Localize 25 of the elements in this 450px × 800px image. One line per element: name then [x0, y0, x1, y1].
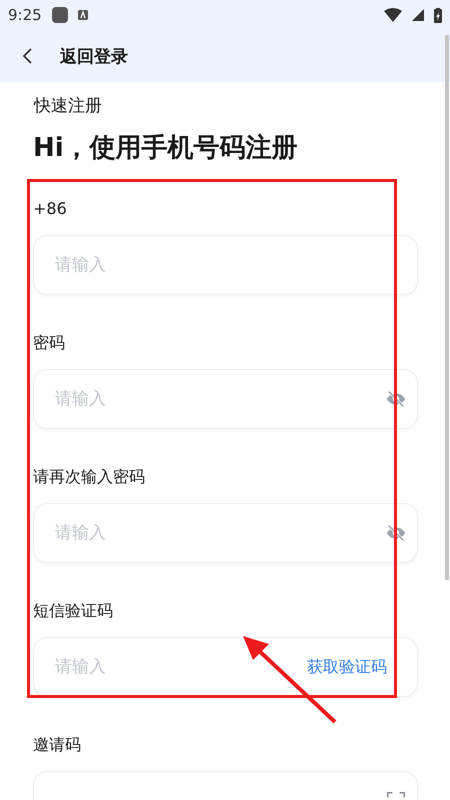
signal-icon: [412, 9, 424, 21]
field-label: 请再次输入密码: [33, 466, 146, 488]
app-notification-icon: [52, 7, 68, 23]
get-code-link[interactable]: 获取验证码: [307, 656, 387, 678]
text-input[interactable]: 请输入: [53, 388, 379, 410]
field-label: 短信验证码: [33, 600, 114, 622]
status-time: 9:25: [8, 6, 42, 24]
keyboard-notification-icon: [78, 10, 88, 20]
text-input[interactable]: 请输入: [53, 254, 407, 276]
scrollbar[interactable]: [445, 35, 449, 580]
battery-icon: [434, 8, 442, 22]
eye-slash-icon[interactable]: [385, 522, 407, 544]
field-label: 邀请码: [33, 734, 82, 756]
field-label: +86: [33, 198, 68, 220]
page-subtitle: 快速注册: [34, 95, 103, 118]
page-heading: Hi，使用手机号码注册: [33, 132, 299, 165]
wifi-icon: [384, 8, 402, 22]
field-label: 密码: [33, 332, 66, 354]
text-input[interactable]: 请输入: [53, 522, 379, 544]
input-field[interactable]: 请输入: [33, 235, 418, 295]
input-field[interactable]: 请输入: [33, 369, 418, 429]
text-input[interactable]: 请输入: [53, 656, 301, 678]
eye-slash-icon[interactable]: [385, 388, 407, 410]
input-field[interactable]: 请输入: [33, 503, 418, 563]
nav-title: 返回登录: [60, 46, 128, 68]
